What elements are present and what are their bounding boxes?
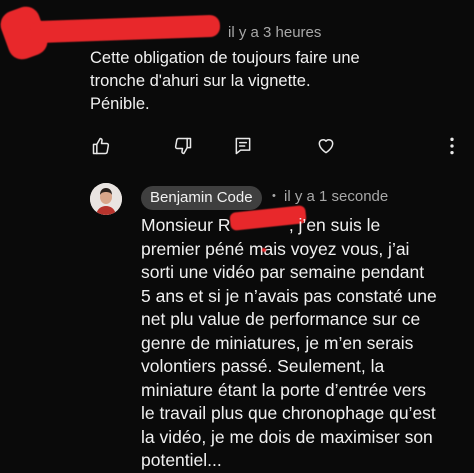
reply-line: miniature étant la porte d’entrée vers	[141, 379, 427, 400]
reply-button[interactable]	[232, 135, 254, 157]
heart-icon	[318, 139, 334, 154]
author-badge[interactable]: Benjamin Code	[141, 186, 262, 210]
reply-line: volontiers passé. Seulement, la	[141, 356, 385, 376]
reply-line: 5 ans et si je n’avais pas constaté une	[141, 285, 437, 306]
more-options-button[interactable]	[441, 135, 463, 157]
dislike-button[interactable]	[172, 135, 194, 157]
reply-line: net plu value de performance sur ce	[141, 309, 421, 329]
reply-icon	[235, 137, 251, 155]
more-options-icon	[450, 137, 454, 155]
top-comment-time: il y a 3 heures	[228, 24, 322, 41]
like-button[interactable]	[90, 135, 112, 157]
reply-line: sorti une vidéo par semaine pendant	[141, 262, 425, 282]
thumbs-down-icon	[174, 137, 192, 155]
heart-button[interactable]	[315, 135, 337, 157]
top-comment-line: Cette obligation de toujours faire une	[90, 49, 360, 67]
redaction-mark-dot	[262, 248, 266, 252]
redaction-mark-top-name	[29, 14, 221, 44]
reply-line: la vidéo, je me dois de maximiser son	[141, 426, 433, 447]
reply-line: potentiel...	[141, 450, 222, 470]
top-comment-text: Cette obligation de toujours faire une t…	[90, 47, 460, 116]
reply-line: Monsieur R , j’en suis le	[141, 215, 381, 235]
thumbs-up-icon	[92, 137, 110, 155]
top-comment-line: Pénible.	[90, 95, 150, 113]
avatar[interactable]	[90, 183, 122, 215]
reply-line: genre de miniatures, je m’en serais	[141, 332, 414, 353]
reply-text: Monsieur R , j’en suis le premier péné m…	[141, 214, 461, 473]
reply-line: premier péné mais voyez vous, j’ai	[141, 238, 410, 259]
top-comment-line: tronche d'ahuri sur la vignette.	[90, 72, 311, 90]
reply-line: le travail plus que chronophage qu’est	[141, 403, 436, 423]
reply-separator: •	[272, 190, 276, 202]
avatar-portrait-icon	[90, 183, 122, 215]
reply-time: il y a 1 seconde	[284, 188, 389, 205]
top-comment-actions	[88, 135, 468, 157]
